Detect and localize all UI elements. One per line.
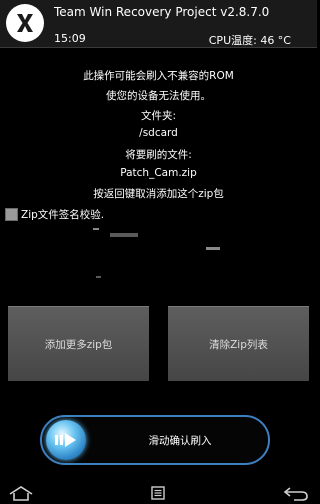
add-more-zips-button[interactable]: 添加更多zip包 (8, 306, 149, 381)
log-icon[interactable] (150, 485, 166, 501)
slider-label: 滑动确认刷入 (148, 434, 212, 447)
slider-handle[interactable] (46, 420, 86, 460)
clock: 15:09 (54, 32, 86, 45)
folder-path: /sdcard (139, 127, 178, 139)
render-artifact (206, 247, 220, 250)
signature-verify-option[interactable]: Zip文件签名校验. (5, 206, 104, 222)
warning-line-1: 此操作可能会刷入不兼容的ROM (83, 70, 234, 82)
folder-label: 文件夹: (140, 110, 177, 122)
swipe-to-flash-slider[interactable]: 滑动确认刷入 (40, 415, 270, 465)
home-icon[interactable] (8, 485, 34, 502)
file-name: Patch_Cam.zip (120, 167, 197, 179)
header-divider (0, 47, 317, 48)
cpu-temperature: CPU温度: 46 °C (208, 34, 291, 47)
render-artifact (93, 228, 99, 230)
back-icon[interactable] (282, 485, 310, 502)
file-label: 将要刷的文件: (125, 149, 192, 161)
signature-verify-label: Zip文件签名校验. (21, 208, 105, 221)
warning-line-2: 使您的设备无法使用。 (106, 90, 211, 102)
twrp-logo-icon (6, 4, 44, 42)
cancel-hint: 按返回键取消添加这个zip包 (93, 188, 224, 200)
navigation-bar (0, 482, 317, 504)
clear-zip-list-button[interactable]: 清除Zip列表 (168, 306, 309, 381)
header-bar: Team Win Recovery Project v2.8.7.0 15:09… (0, 0, 317, 47)
app-title: Team Win Recovery Project v2.8.7.0 (54, 5, 270, 19)
render-artifact (96, 276, 101, 278)
render-artifact (110, 233, 138, 237)
arrow-right-icon (55, 433, 76, 447)
signature-verify-checkbox[interactable] (5, 207, 18, 221)
